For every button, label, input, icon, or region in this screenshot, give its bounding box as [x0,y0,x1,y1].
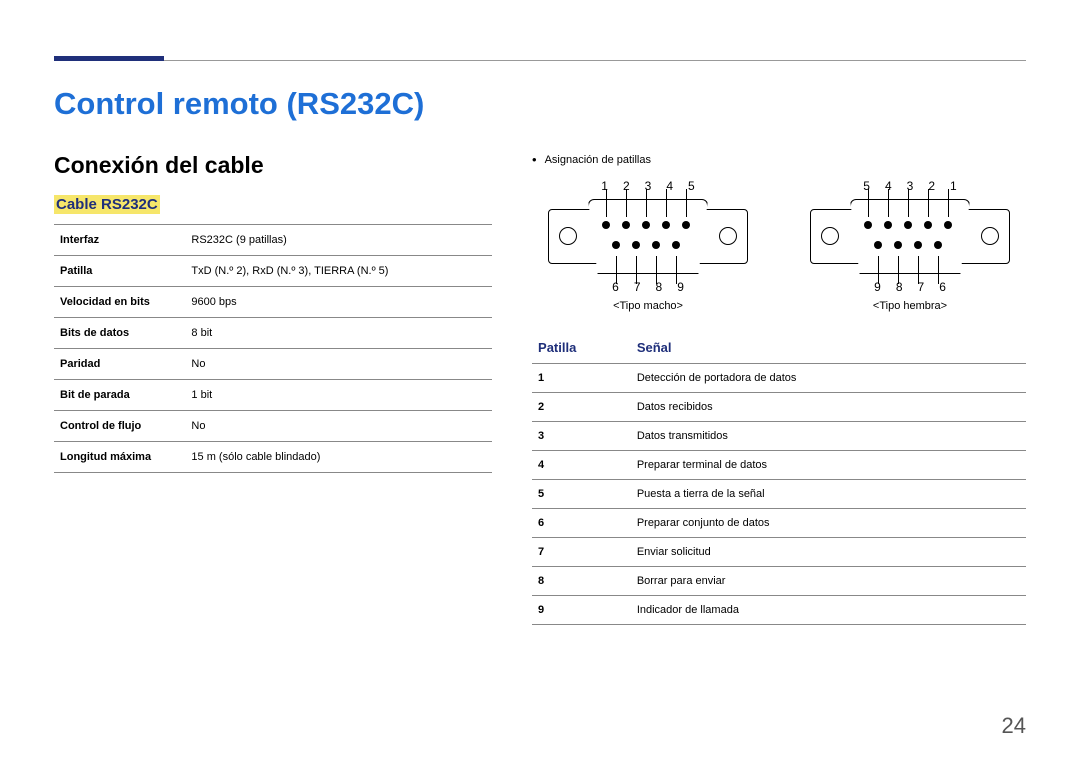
signal-name: Preparar conjunto de datos [631,509,1026,538]
signal-row: 2Datos recibidos [532,393,1026,422]
signal-pin: 2 [532,393,631,422]
signal-row: 6Preparar conjunto de datos [532,509,1026,538]
spec-key: Velocidad en bits [54,287,185,318]
pin-assignment-bullet: Asignación de patillas [532,152,1026,167]
signal-pin: 6 [532,509,631,538]
signal-pin: 8 [532,567,631,596]
connector-male-label: <Tipo macho> [532,300,764,312]
spec-row: ParidadNo [54,349,492,380]
signal-row: 1Detección de portadora de datos [532,364,1026,393]
spec-key: Control de flujo [54,411,185,442]
spec-val: 9600 bps [185,287,492,318]
top-rule [54,60,1026,62]
signal-row: 5Puesta a tierra de la señal [532,480,1026,509]
signal-pin: 4 [532,451,631,480]
signal-row: 4Preparar terminal de datos [532,451,1026,480]
spec-val: 1 bit [185,380,492,411]
page-number: 24 [1002,713,1026,739]
spec-key: Bits de datos [54,318,185,349]
signal-pin: 9 [532,596,631,625]
spec-val: No [185,411,492,442]
spec-key: Patilla [54,256,185,287]
signal-header-signal: Señal [631,334,1026,364]
signal-name: Datos recibidos [631,393,1026,422]
signal-name: Enviar solicitud [631,538,1026,567]
connector-female-diagram [810,199,1010,274]
signal-pin: 1 [532,364,631,393]
spec-val: No [185,349,492,380]
connector-male-diagram [548,199,748,274]
spec-row: InterfazRS232C (9 patillas) [54,225,492,256]
bullet-icon [532,152,537,167]
spec-row: PatillaTxD (N.º 2), RxD (N.º 3), TIERRA … [54,256,492,287]
signal-row: 7Enviar solicitud [532,538,1026,567]
signal-name: Puesta a tierra de la señal [631,480,1026,509]
spec-row: Bits de datos8 bit [54,318,492,349]
spec-row: Bit de parada1 bit [54,380,492,411]
page-title: Control remoto (RS232C) [54,86,1026,122]
signal-row: 9Indicador de llamada [532,596,1026,625]
spec-key: Interfaz [54,225,185,256]
spec-key: Longitud máxima [54,442,185,473]
spec-val: 15 m (sólo cable blindado) [185,442,492,473]
signal-name: Detección de portadora de datos [631,364,1026,393]
spec-val: RS232C (9 patillas) [185,225,492,256]
connector-female: 54321 9876 <Tipo hembra> [794,177,1026,312]
signal-row: 3Datos transmitidos [532,422,1026,451]
spec-row: Control de flujoNo [54,411,492,442]
signal-row: 8Borrar para enviar [532,567,1026,596]
signal-name: Indicador de llamada [631,596,1026,625]
spec-val: TxD (N.º 2), RxD (N.º 3), TIERRA (N.º 5) [185,256,492,287]
subsection-title: Cable RS232C [54,195,160,214]
signal-name: Borrar para enviar [631,567,1026,596]
signal-pin: 5 [532,480,631,509]
spec-row: Velocidad en bits9600 bps [54,287,492,318]
spec-table: InterfazRS232C (9 patillas)PatillaTxD (N… [54,224,492,473]
section-title: Conexión del cable [54,152,492,179]
spec-row: Longitud máxima15 m (sólo cable blindado… [54,442,492,473]
connector-female-label: <Tipo hembra> [794,300,1026,312]
signal-name: Datos transmitidos [631,422,1026,451]
signal-table: Patilla Señal 1Detección de portadora de… [532,334,1026,625]
spec-key: Paridad [54,349,185,380]
connector-male: 12345 6789 <Tipo macho> [532,177,764,312]
signal-name: Preparar terminal de datos [631,451,1026,480]
spec-val: 8 bit [185,318,492,349]
signal-pin: 3 [532,422,631,451]
signal-pin: 7 [532,538,631,567]
pin-assignment-label: Asignación de patillas [545,154,651,166]
spec-key: Bit de parada [54,380,185,411]
signal-header-pin: Patilla [532,334,631,364]
